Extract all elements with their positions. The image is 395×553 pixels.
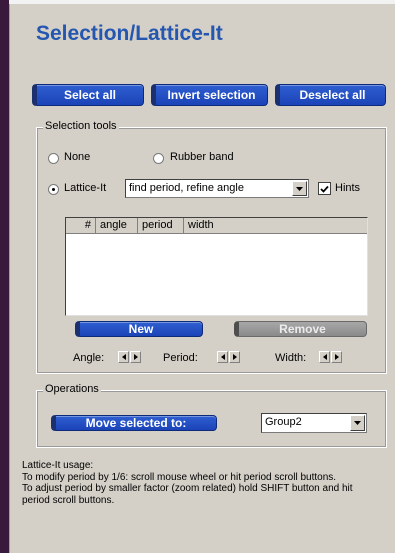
window-edge [0,0,9,553]
lattice-it-help: Lattice-It usage: To modify period by 1/… [22,460,374,506]
radio-none-label: None [64,151,91,163]
panel-title: Selection/Lattice-It [36,22,223,45]
period-spinner[interactable] [217,351,240,363]
chevron-down-icon[interactable] [292,181,307,196]
arrow-left-icon[interactable] [319,351,330,363]
invert-selection-button[interactable]: Invert selection [151,84,268,106]
arrow-right-icon[interactable] [331,351,342,363]
angle-label: Angle: [73,352,105,364]
radio-rubber-band-label: Rubber band [170,151,234,163]
hints-checkbox[interactable] [318,182,331,195]
period-label: Period: [163,352,198,364]
group-dropdown-value: Group2 [265,416,302,428]
radio-none[interactable] [48,153,59,164]
radio-rubber-band[interactable] [153,153,164,164]
column-header-number[interactable]: # [66,218,96,234]
column-header-angle[interactable]: angle [96,218,138,234]
angle-spinner[interactable] [118,351,141,363]
radio-lattice-it[interactable] [48,184,59,195]
mode-dropdown[interactable]: find period, refine angle [125,179,309,198]
width-label: Width: [275,352,307,364]
hints-label: Hints [335,182,361,194]
column-header-period[interactable]: period [138,218,184,234]
arrow-right-icon[interactable] [229,351,240,363]
operations-group: Operations Move selected to: Group2 [36,383,387,448]
group-dropdown[interactable]: Group2 [261,413,367,433]
new-lattice-button[interactable]: New [75,321,203,337]
selection-panel: Selection/Lattice-It Select all Invert s… [9,4,395,553]
arrow-left-icon[interactable] [118,351,129,363]
table-header: # angle period width [66,218,367,234]
column-header-width[interactable]: width [184,218,367,234]
arrow-left-icon[interactable] [217,351,228,363]
check-icon [320,185,329,193]
help-title: Lattice-It usage: [22,460,94,471]
help-period-hint: To modify period by 1/6: scroll mouse wh… [22,471,337,483]
move-selected-button[interactable]: Move selected to: [51,415,217,431]
mode-dropdown-value: find period, refine angle [129,182,244,194]
deselect-all-button[interactable]: Deselect all [275,84,386,106]
arrow-right-icon[interactable] [130,351,141,363]
lattice-table[interactable]: # angle period width [65,217,368,316]
selection-tools-group: Selection tools None Rubber band Lattice… [36,120,387,374]
width-spinner[interactable] [319,351,342,363]
selection-tools-legend: Selection tools [43,120,119,132]
operations-legend: Operations [43,383,101,395]
select-all-button[interactable]: Select all [32,84,144,106]
remove-lattice-button[interactable]: Remove [234,321,367,337]
radio-lattice-it-label: Lattice-It [64,182,107,194]
chevron-down-icon[interactable] [350,415,365,431]
help-adjust-hint: To adjust period by smaller factor (zoom… [22,483,353,506]
